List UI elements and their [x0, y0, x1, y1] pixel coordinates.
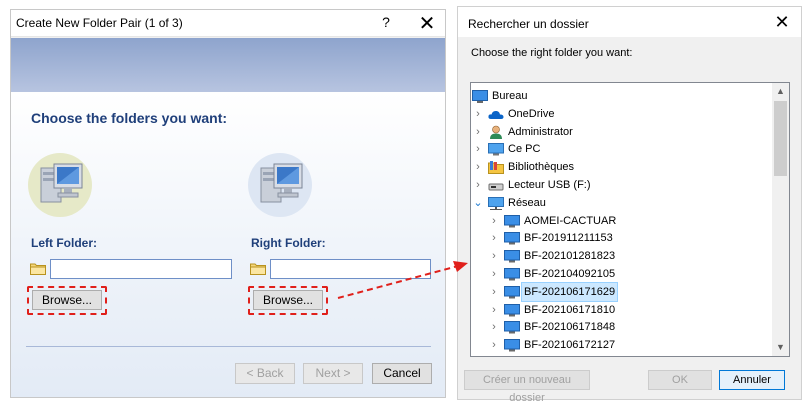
tree-item-label: Administrator [508, 125, 573, 138]
page-heading: Choose the folders you want: [31, 110, 228, 126]
chevron-right-icon[interactable]: › [473, 176, 483, 194]
tree-item[interactable]: › BF-202106171810 [471, 301, 771, 319]
chevron-right-icon[interactable]: › [489, 354, 499, 356]
folder-tree[interactable]: ▲ ▼ Bureau › OneDrive › Administrator › Ce PC ›… [470, 82, 790, 357]
computer-icon [504, 356, 520, 357]
chevron-right-icon[interactable]: › [473, 123, 483, 141]
tree-item-label: AOMEI-CACTUAR [524, 214, 617, 227]
back-button[interactable]: < Back [235, 363, 295, 384]
chevron-right-icon[interactable]: › [489, 301, 499, 319]
dialog-title: Create New Folder Pair (1 of 3) [16, 16, 183, 30]
tree-item-label: BF-202106171629 [520, 281, 619, 302]
folder-icon [250, 263, 266, 275]
tree-item[interactable]: › BF-202106171629 [471, 281, 771, 302]
computer-icon [504, 268, 520, 281]
tree-item[interactable]: › Ce PC [471, 140, 771, 158]
chevron-right-icon[interactable]: › [473, 140, 483, 158]
tree-item-label: Lecteur USB (F:) [508, 179, 591, 191]
header-banner [11, 38, 445, 92]
tree-item-label: Bureau [492, 90, 528, 102]
chevron-right-icon[interactable]: › [489, 229, 499, 247]
cancel-button[interactable]: Cancel [372, 363, 432, 384]
help-button[interactable]: ? [376, 14, 396, 30]
right-folder-label: Right Folder: [251, 236, 326, 250]
tree-item-label: Ce PC [508, 143, 541, 156]
right-browse-button[interactable]: Browse... [253, 290, 323, 310]
computer-icon [504, 339, 520, 352]
pc-icon [488, 143, 504, 156]
chevron-right-icon[interactable]: › [489, 212, 499, 230]
tree-item-label: OneDrive [508, 107, 555, 120]
chevron-right-icon[interactable]: › [489, 265, 499, 283]
computer-icon [504, 285, 520, 299]
chevron-down-icon[interactable]: ⌄ [473, 194, 483, 212]
computer-icon [504, 250, 520, 263]
tree-item[interactable]: › Bibliothèques [471, 158, 771, 176]
computer-icon [504, 303, 520, 317]
tree-item[interactable]: › BF-202104092105 [471, 265, 771, 283]
tree-item-label: BF-202104092105 [524, 268, 616, 280]
create-folder-pair-dialog: Create New Folder Pair (1 of 3) ? ✕ Choo… [10, 9, 446, 398]
dialog-title: Rechercher un dossier [468, 17, 589, 31]
tree-item-label: BF-202106172127 [524, 339, 616, 352]
close-button[interactable]: ✕ [414, 11, 440, 35]
folder-icon [30, 263, 46, 275]
computer-icon [504, 214, 520, 228]
separator [26, 346, 431, 347]
library-icon [488, 161, 504, 175]
tree-item[interactable]: › AOMEI-CACTUAR [471, 212, 771, 230]
left-folder-label: Left Folder: [31, 236, 97, 250]
desktop-icon [472, 90, 488, 103]
new-folder-button[interactable]: Créer un nouveau dossier [464, 370, 590, 404]
tree-item-label: Réseau [508, 196, 546, 209]
computer-illustration-icon [248, 153, 312, 217]
tree-item-label: BF-202106171810 [524, 303, 616, 316]
computer-icon [504, 321, 520, 334]
chevron-right-icon[interactable]: › [473, 105, 483, 123]
tree-item[interactable]: › Administrator [471, 123, 771, 141]
chevron-right-icon[interactable]: › [473, 158, 483, 176]
computer-icon [504, 232, 520, 245]
instruction-text: Choose the right folder you want: [471, 47, 633, 59]
chevron-right-icon[interactable]: › [489, 283, 499, 301]
network-icon [488, 196, 504, 210]
close-button[interactable]: ✕ [772, 12, 792, 33]
left-browse-button[interactable]: Browse... [32, 290, 102, 310]
usb-drive-icon [488, 183, 504, 191]
scroll-up-arrow-icon[interactable]: ▲ [772, 83, 789, 100]
ok-button[interactable]: OK [648, 370, 712, 390]
browse-folder-dialog: Rechercher un dossier ✕ Choose the right… [457, 6, 802, 404]
vertical-scrollbar[interactable]: ▲ ▼ [772, 83, 789, 356]
wizard-body: Choose the folders you want: Left Folder… [11, 92, 445, 397]
onedrive-icon [488, 110, 504, 119]
tree-item[interactable]: Bureau [471, 87, 771, 105]
title-bar: Create New Folder Pair (1 of 3) ? ✕ [11, 10, 445, 37]
scroll-down-arrow-icon[interactable]: ▼ [772, 339, 789, 356]
tree-item[interactable]: › BF-202106172127 [471, 336, 771, 354]
tree-item[interactable]: › BF-202106171848 [471, 318, 771, 336]
tree-item-label: BF-201911211153 [524, 232, 613, 245]
next-button[interactable]: Next > [303, 363, 363, 384]
tree-item[interactable]: › Lecteur USB (F:) [471, 176, 771, 194]
cancel-button[interactable]: Annuler [719, 370, 785, 390]
left-folder-input[interactable] [50, 259, 232, 279]
tree-item-label: BF-202101281823 [524, 250, 616, 263]
tree-item-label: Bibliothèques [508, 161, 575, 174]
tree-item[interactable]: › BF-201911211153 [471, 229, 771, 247]
chevron-right-icon[interactable]: › [489, 318, 499, 336]
chevron-right-icon[interactable]: › [489, 247, 499, 265]
chevron-right-icon[interactable]: › [489, 336, 499, 354]
right-folder-input[interactable] [270, 259, 431, 279]
user-icon [490, 125, 502, 139]
tree-item[interactable]: ⌄ Réseau [471, 194, 771, 212]
tree-item-label: BF-202106172302 [522, 354, 617, 356]
tree-item[interactable]: › BF-202106172302 [471, 354, 771, 357]
computer-illustration-icon [28, 153, 92, 217]
tree-item[interactable]: › BF-202101281823 [471, 247, 771, 265]
scroll-thumb[interactable] [774, 101, 787, 176]
title-bar: Rechercher un dossier ✕ [458, 7, 801, 37]
tree-item-label: BF-202106171848 [524, 321, 616, 334]
tree-item[interactable]: › OneDrive [471, 105, 771, 123]
